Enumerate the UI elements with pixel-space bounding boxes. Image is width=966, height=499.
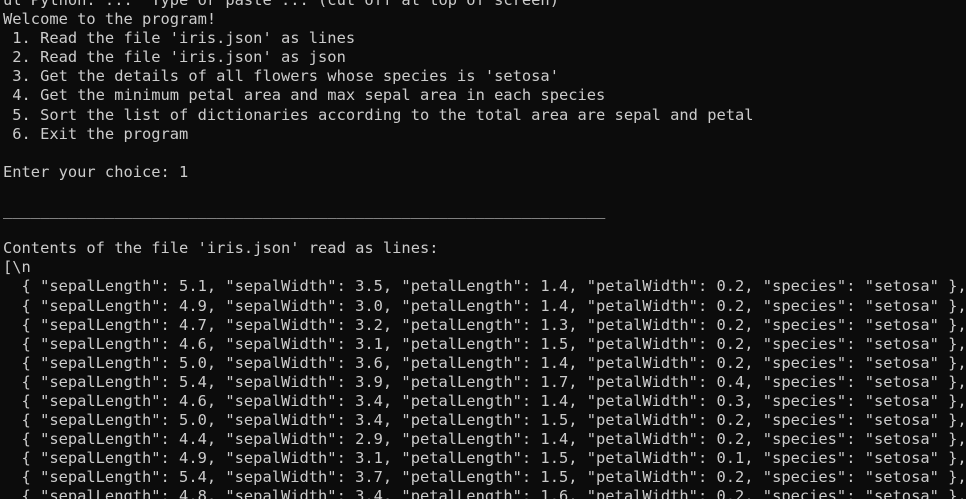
menu-option-1: 1. Read the file 'iris.json' as lines: [3, 29, 356, 48]
record-line: { "sepalLength": 4.4, "sepalWidth": 2.9,…: [3, 430, 966, 449]
record-line: { "sepalLength": 4.7, "sepalWidth": 3.2,…: [3, 315, 966, 334]
record-line: { "sepalLength": 5.0, "sepalWidth": 3.6,…: [3, 353, 966, 372]
record-line: { "sepalLength": 4.6, "sepalWidth": 3.4,…: [3, 391, 966, 410]
menu-option-4: 4. Get the minimum petal area and max se…: [3, 86, 606, 105]
menu-option-3: 3. Get the details of all flowers whose …: [3, 67, 559, 86]
record-line: { "sepalLength": 5.1, "sepalWidth": 3.5,…: [3, 277, 966, 296]
record-line: { "sepalLength": 5.0, "sepalWidth": 3.4,…: [3, 411, 966, 430]
terminal-line-cut: ul Python: ... Type or paste ... (cut of…: [3, 0, 559, 9]
record-line: { "sepalLength": 5.4, "sepalWidth": 3.7,…: [3, 468, 966, 487]
list-open-line: [\n: [3, 258, 31, 277]
record-line: { "sepalLength": 4.9, "sepalWidth": 3.1,…: [3, 449, 966, 468]
record-line: { "sepalLength": 4.6, "sepalWidth": 3.1,…: [3, 334, 966, 353]
menu-option-2: 2. Read the file 'iris.json' as json: [3, 48, 346, 67]
contents-heading: Contents of the file 'iris.json' read as…: [3, 239, 439, 258]
choice-prompt: Enter your choice: 1: [3, 162, 189, 181]
welcome-message: Welcome to the program!: [3, 10, 217, 29]
menu-option-6: 6. Exit the program: [3, 124, 189, 143]
terminal-output[interactable]: ul Python: ... Type or paste ... (cut of…: [0, 0, 966, 499]
record-line: { "sepalLength": 4.8, "sepalWidth": 3.4,…: [3, 487, 966, 499]
menu-option-5: 5. Sort the list of dictionaries accordi…: [3, 105, 754, 124]
record-line: { "sepalLength": 5.4, "sepalWidth": 3.9,…: [3, 372, 966, 391]
separator-line: ________________________________________…: [3, 201, 606, 220]
record-line: { "sepalLength": 4.9, "sepalWidth": 3.0,…: [3, 296, 966, 315]
